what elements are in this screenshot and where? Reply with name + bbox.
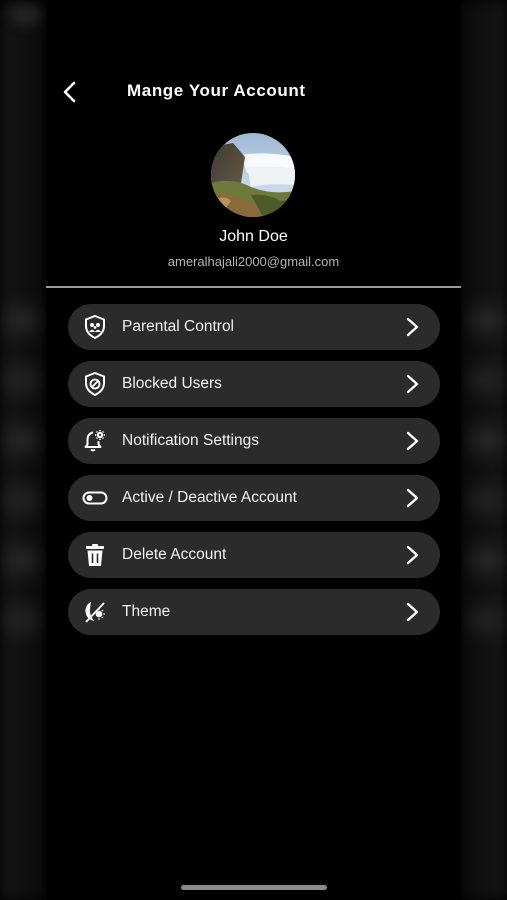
background-blur-dot bbox=[10, 4, 40, 26]
background-blur-left bbox=[0, 0, 46, 900]
chevron-right-icon bbox=[406, 488, 419, 508]
menu-item-label: Delete Account bbox=[122, 546, 227, 563]
avatar[interactable] bbox=[211, 133, 295, 217]
header: Mange Your Account bbox=[46, 70, 461, 114]
divider bbox=[46, 286, 461, 288]
trash-icon bbox=[86, 544, 104, 566]
toggle-icon bbox=[82, 491, 108, 505]
account-screen: Mange Your Account John Doe ameralhajali… bbox=[46, 0, 461, 900]
menu-item-label: Blocked Users bbox=[122, 375, 222, 392]
waterfall-photo bbox=[211, 133, 295, 217]
menu-item-label: Parental Control bbox=[122, 318, 235, 335]
profile-email: ameralhajali2000@gmail.com bbox=[167, 254, 340, 269]
menu-item-label: Active / Deactive Account bbox=[122, 489, 297, 506]
menu-item-active-deactive-account[interactable]: Active / Deactive Account bbox=[68, 475, 440, 521]
chevron-right-icon bbox=[406, 317, 419, 337]
menu-item-parental-control[interactable]: Parental Control bbox=[68, 304, 440, 350]
chevron-left-icon bbox=[63, 81, 76, 103]
chevron-right-icon bbox=[406, 431, 419, 451]
menu-item-notification-settings[interactable]: Notification Settings bbox=[68, 418, 440, 464]
app-frame: Mange Your Account John Doe ameralhajali… bbox=[0, 0, 507, 900]
back-button[interactable] bbox=[56, 78, 84, 106]
profile-name: John Doe bbox=[219, 228, 288, 245]
background-blur-right bbox=[461, 0, 507, 900]
menu-item-label: Notification Settings bbox=[122, 432, 259, 449]
menu-item-theme[interactable]: Theme bbox=[68, 589, 440, 635]
blocked-shield-icon bbox=[85, 371, 105, 397]
settings-menu: Parental Control Blocked Users Notificat… bbox=[68, 304, 440, 646]
chevron-right-icon bbox=[406, 602, 419, 622]
home-indicator[interactable] bbox=[181, 885, 327, 890]
menu-item-blocked-users[interactable]: Blocked Users bbox=[68, 361, 440, 407]
chevron-right-icon bbox=[406, 545, 419, 565]
theme-icon bbox=[85, 602, 105, 623]
parental-shield-icon bbox=[85, 314, 105, 340]
menu-item-label: Theme bbox=[122, 603, 171, 620]
bell-settings-icon bbox=[84, 430, 105, 452]
page-title: Mange Your Account bbox=[127, 81, 306, 100]
menu-item-delete-account[interactable]: Delete Account bbox=[68, 532, 440, 578]
chevron-right-icon bbox=[406, 374, 419, 394]
